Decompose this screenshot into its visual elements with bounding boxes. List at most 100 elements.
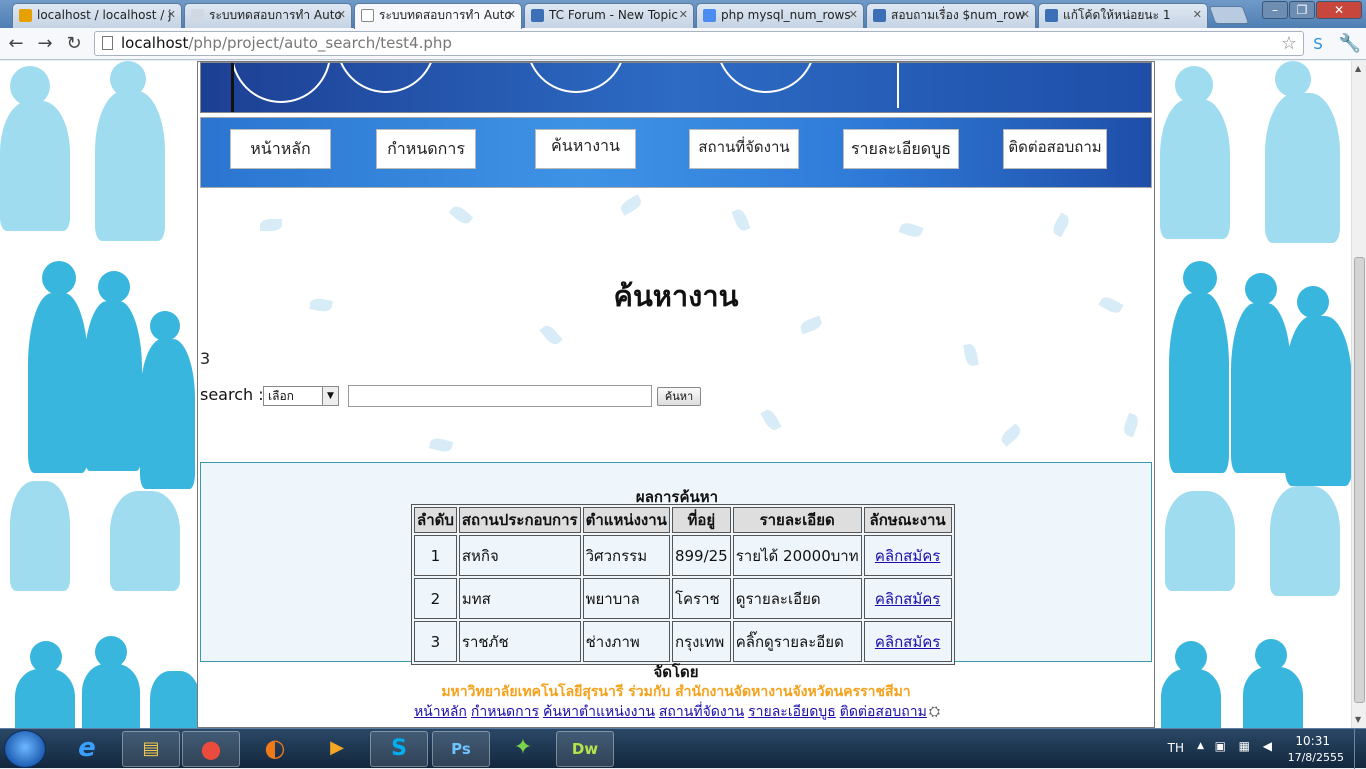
chrome-icon[interactable]: ● (182, 731, 240, 767)
vertical-scrollbar[interactable]: ▲ ▼ (1351, 61, 1366, 728)
document-icon (361, 9, 374, 22)
close-tab-icon[interactable]: ✕ (337, 4, 346, 26)
search-field-select[interactable]: เลือก ▼ (263, 386, 339, 406)
page-title: ค้นหางาน (613, 279, 739, 313)
internet-explorer-icon[interactable]: e (58, 731, 116, 767)
browser-tab[interactable]: localhost / localhost / j ✕ (12, 3, 182, 28)
people-silhouettes-left (0, 61, 197, 728)
tab-title: สอบถามเรื่อง $num_row (891, 8, 1025, 22)
cell-apply: คลิกสมัคร (863, 578, 952, 619)
close-tab-icon[interactable]: ✕ (1193, 4, 1202, 26)
close-tab-icon[interactable]: ✕ (849, 4, 858, 26)
cell-details: คลิ๊กดูรายละอียด (732, 621, 862, 662)
apply-link[interactable]: คลิกสมัคร (875, 633, 940, 651)
table-header-row: ลำดับ สถานประกอบการ ตำแหน่งงาน ที่อยู่ ร… (414, 507, 952, 533)
page-container: หน้าหลัก กำหนดการ ค้นหางาน สถานที่จัดงาน… (197, 61, 1155, 728)
clock-date[interactable]: 17/8/2555 (1288, 751, 1344, 764)
scroll-down-icon[interactable]: ▼ (1355, 715, 1361, 724)
close-tab-icon[interactable]: ✕ (507, 4, 516, 26)
browser-tab[interactable]: สอบถามเรื่อง $num_row ✕ (866, 3, 1036, 28)
browser-tab-strip: localhost / localhost / j ✕ ระบบทดสอบการ… (0, 0, 1366, 29)
address-bar[interactable]: localhost/php/project/auto_search/test4.… (94, 31, 1304, 56)
table-row: 3 ราชภัช ช่างภาพ กรุงเทพ คลิ๊กดูรายละอีย… (414, 621, 952, 662)
browser-tab-active[interactable]: ระบบทดสอบการทำ Auto ✕ (354, 3, 522, 29)
photoshop-icon[interactable]: Ps (432, 731, 490, 767)
forward-arrow-icon[interactable]: → (33, 32, 57, 56)
show-desktop-button[interactable] (1354, 729, 1366, 769)
browser-tab[interactable]: แก้โค้ดให้หน่อยนะ 1 ✕ (1038, 3, 1208, 28)
menu-venue[interactable]: สถานที่จัดงาน (689, 129, 799, 169)
start-button[interactable] (4, 730, 46, 768)
counter-icon: ⛭ (928, 704, 941, 720)
wrench-menu-icon[interactable]: 🔧 (1338, 32, 1362, 56)
footer-link-schedule[interactable]: กำหนดการ (471, 704, 539, 720)
main-menu: หน้าหลัก กำหนดการ ค้นหางาน สถานที่จัดงาน… (200, 117, 1152, 188)
footer-link-venue[interactable]: สถานที่จัดงาน (659, 704, 744, 720)
reload-icon[interactable]: ↻ (62, 32, 86, 56)
tab-title: php mysql_num_rows (721, 8, 851, 22)
footer-links: หน้าหลัก กำหนดการ ค้นหาตำแหน่งงาน สถานที่จั… (200, 702, 1152, 722)
favicon-icon (19, 9, 32, 22)
results-panel: ผลการค้นหา ลำดับ สถานประกอบการ ตำแหน่งงา… (200, 462, 1152, 665)
footer-link-job-search[interactable]: ค้นหาตำแหน่งงาน (543, 704, 655, 720)
footer-link-booth[interactable]: รายละเอียดบูธ (748, 704, 836, 720)
close-tab-icon[interactable]: ✕ (679, 4, 688, 26)
menu-home[interactable]: หน้าหลัก (230, 129, 331, 169)
cell-order: 1 (414, 535, 457, 576)
firefox-icon[interactable]: ◐ (246, 731, 304, 767)
skype-icon[interactable]: S (370, 731, 428, 767)
scroll-up-icon[interactable]: ▲ (1355, 64, 1361, 73)
cell-company: มทส (458, 578, 581, 619)
browser-tab[interactable]: ระบบทดสอบการทำ Auto ✕ (184, 3, 352, 28)
maximize-button[interactable]: ❐ (1289, 1, 1315, 19)
cell-order: 3 (414, 621, 457, 662)
tab-title: ระบบทดสอบการทำ Auto (379, 8, 512, 22)
search-input[interactable] (348, 385, 652, 407)
footer-link-home[interactable]: หน้าหลัก (414, 704, 467, 720)
network-icon[interactable]: ▦ (1239, 739, 1250, 753)
menu-schedule[interactable]: กำหนดการ (376, 129, 476, 169)
tab-title: TC Forum - New Topic (549, 8, 678, 22)
media-player-icon[interactable]: ▶ (308, 731, 366, 767)
cell-position: ช่างภาพ (582, 621, 670, 662)
bookmark-star-icon[interactable]: ☆ (1281, 32, 1297, 55)
apply-link[interactable]: คลิกสมัคร (875, 547, 940, 565)
url-path: /php/project/auto_search/test4.php (188, 34, 452, 52)
search-section: ค้นหางาน 3 search : เลือก ▼ ค้นหา (200, 189, 1152, 462)
browser-tab[interactable]: php mysql_num_rows ✕ (696, 3, 864, 28)
new-tab-button[interactable] (1208, 6, 1250, 24)
close-tab-icon[interactable]: ✕ (1021, 4, 1030, 26)
back-arrow-icon[interactable]: ← (4, 32, 28, 56)
scrollbar-thumb[interactable] (1354, 257, 1365, 703)
search-button[interactable]: ค้นหา (657, 387, 701, 406)
tab-title: แก้โค้ดให้หน่อยนะ 1 (1063, 8, 1171, 22)
url-host: localhost (121, 34, 189, 52)
page-footer: จัดโดย มหาวิทยาลัยเทคโนโลยีสุรนารี ร่วมก… (200, 662, 1152, 722)
language-indicator[interactable]: TH (1168, 741, 1184, 755)
favicon-icon (873, 9, 886, 22)
network-app-icon[interactable]: ✦ (494, 731, 552, 767)
close-window-button[interactable]: ✕ (1316, 1, 1362, 19)
menu-job-search[interactable]: ค้นหางาน (535, 129, 636, 169)
column-header: ตำแหน่งงาน (582, 507, 670, 533)
skype-extension-icon[interactable]: S (1306, 32, 1330, 56)
dreamweaver-icon[interactable]: Dw (556, 731, 614, 767)
header-banner (200, 62, 1152, 113)
favicon-icon (531, 9, 544, 22)
apply-link[interactable]: คลิกสมัคร (875, 590, 940, 608)
show-hidden-icons-icon[interactable]: ▲ (1197, 741, 1204, 751)
result-count: 3 (200, 349, 211, 368)
menu-booth-details[interactable]: รายละเอียดบูธ (843, 129, 959, 169)
volume-icon[interactable]: ◀ (1263, 739, 1272, 753)
minimize-button[interactable]: – (1262, 1, 1288, 19)
clock-time[interactable]: 10:31 (1295, 734, 1330, 748)
windows-taskbar: e ▤ ● ◐ ▶ S Ps ✦ Dw TH ▲ ▣ ▦ ◀ 10:31 17/… (0, 728, 1366, 769)
file-explorer-icon[interactable]: ▤ (122, 731, 180, 767)
menu-contact[interactable]: ติดต่อสอบถาม (1003, 129, 1107, 169)
close-tab-icon[interactable]: ✕ (167, 4, 176, 26)
device-icon[interactable]: ▣ (1215, 739, 1226, 753)
footer-link-contact[interactable]: ติดต่อสอบถาม (840, 704, 927, 720)
google-favicon-icon (703, 9, 716, 22)
column-header: ที่อยู่ (671, 507, 731, 533)
browser-tab[interactable]: TC Forum - New Topic ✕ (524, 3, 694, 28)
